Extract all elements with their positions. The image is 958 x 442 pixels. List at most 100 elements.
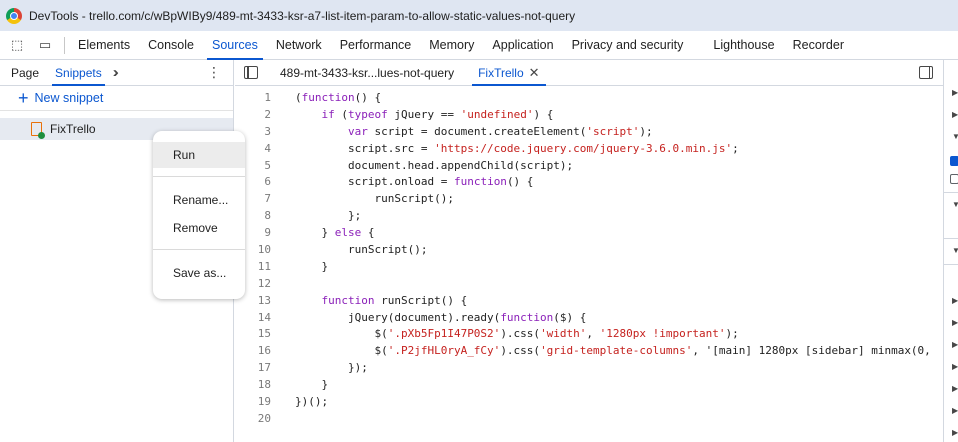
code-line[interactable]: 9 } else { bbox=[235, 224, 943, 241]
code-line[interactable]: 20 bbox=[235, 410, 943, 427]
tab-network[interactable]: Network bbox=[267, 31, 331, 59]
expand-arrow-icon[interactable]: ▶ bbox=[952, 362, 958, 371]
more-tabs-chevron-icon[interactable]: ›› bbox=[113, 64, 119, 81]
code-line[interactable]: 4 script.src = 'https://code.jquery.com/… bbox=[235, 140, 943, 157]
line-number[interactable]: 15 bbox=[235, 327, 271, 340]
collapse-arrow-icon[interactable]: ▼ bbox=[952, 132, 958, 141]
snippet-file-icon bbox=[31, 122, 45, 139]
code-line[interactable]: 19})(); bbox=[235, 393, 943, 410]
collapse-arrow-icon[interactable]: ▼ bbox=[952, 200, 958, 209]
menu-item-rename[interactable]: Rename... bbox=[153, 187, 245, 213]
checkbox-checked[interactable] bbox=[950, 156, 958, 166]
code-text: function runScript() { bbox=[321, 293, 468, 307]
code-text: var script = document.createElement('scr… bbox=[347, 124, 653, 138]
tab-privacy-and-security[interactable]: Privacy and security bbox=[563, 31, 693, 59]
toolbar-divider bbox=[64, 36, 65, 54]
code-line[interactable]: 6 script.onload = function() { bbox=[235, 173, 943, 190]
line-number[interactable]: 12 bbox=[235, 277, 271, 290]
tab-application[interactable]: Application bbox=[483, 31, 562, 59]
expand-arrow-icon[interactable]: ▶ bbox=[952, 110, 958, 119]
line-number[interactable]: 6 bbox=[235, 175, 271, 188]
inspect-element-icon[interactable]: ⬚ bbox=[6, 34, 28, 56]
code-line[interactable]: 11 } bbox=[235, 258, 943, 275]
code-text: runScript(); bbox=[295, 242, 428, 256]
code-line[interactable]: 15 $('.pXb5Fp1I47P0S2').css('width', '12… bbox=[235, 325, 943, 342]
line-number[interactable]: 5 bbox=[235, 159, 271, 172]
line-number[interactable]: 19 bbox=[235, 395, 271, 408]
tab-sources[interactable]: Sources bbox=[203, 31, 267, 60]
code-line[interactable]: 7 runScript(); bbox=[235, 190, 943, 207]
code-text: $('.P2jfHL0ryA_fCy').css('grid-template-… bbox=[295, 344, 931, 358]
tab-page[interactable]: Page bbox=[6, 60, 44, 85]
window-titlebar: DevTools - trello.com/c/wBpWIBy9/489-mt-… bbox=[0, 0, 958, 31]
expand-arrow-icon[interactable]: ▶ bbox=[952, 318, 958, 327]
code-line[interactable]: 2 if (typeof jQuery == 'undefined') { bbox=[235, 106, 943, 123]
code-text: runScript(); bbox=[295, 192, 454, 206]
code-line[interactable]: 13 function runScript() { bbox=[235, 292, 943, 309]
editor-tab-bar: 489-mt-3433-ksr...lues-not-query FixTrel… bbox=[235, 60, 943, 86]
code-text: script.src = 'https://code.jquery.com/jq… bbox=[295, 141, 739, 155]
checkbox-unchecked[interactable] bbox=[950, 174, 958, 184]
menu-item-remove[interactable]: Remove bbox=[153, 215, 245, 241]
code-line[interactable]: 5 document.head.appendChild(script); bbox=[235, 157, 943, 174]
editor-tab-trello-page[interactable]: 489-mt-3433-ksr...lues-not-query bbox=[272, 60, 462, 85]
code-line[interactable]: 14 jQuery(document).ready(function($) { bbox=[235, 309, 943, 326]
tab-recorder[interactable]: Recorder bbox=[784, 31, 853, 59]
expand-arrow-icon[interactable]: ▶ bbox=[952, 296, 958, 305]
line-number[interactable]: 3 bbox=[235, 125, 271, 138]
code-text: if (typeof jQuery == 'undefined') { bbox=[321, 107, 554, 121]
toggle-navigator-icon[interactable] bbox=[244, 66, 258, 79]
tab-console[interactable]: Console bbox=[139, 31, 203, 59]
new-snippet-button[interactable]: + New snippet bbox=[0, 86, 233, 111]
code-line[interactable]: 16 $('.P2jfHL0ryA_fCy').css('grid-templa… bbox=[235, 342, 943, 359]
line-number[interactable]: 4 bbox=[235, 142, 271, 155]
expand-arrow-icon[interactable]: ▶ bbox=[952, 340, 958, 349]
tab-elements[interactable]: Elements bbox=[69, 31, 139, 59]
debugger-pane: ▶ ▶ ▼ ▼ ▼ ▶ ▶ ▶ ▶ ▶ ▶ ▶ bbox=[943, 60, 958, 442]
line-number[interactable]: 2 bbox=[235, 108, 271, 121]
more-options-icon[interactable]: ⋮ bbox=[207, 64, 221, 80]
line-number[interactable]: 7 bbox=[235, 192, 271, 205]
code-line[interactable]: 3 var script = document.createElement('s… bbox=[235, 123, 943, 140]
tab-lighthouse[interactable]: Lighthouse bbox=[704, 31, 783, 59]
line-number[interactable]: 9 bbox=[235, 226, 271, 239]
code-text: (function() { bbox=[295, 90, 382, 104]
line-number[interactable]: 16 bbox=[235, 344, 271, 357]
tab-snippets[interactable]: Snippets bbox=[50, 60, 107, 86]
close-icon[interactable]: ✕ bbox=[529, 65, 540, 81]
tab-performance[interactable]: Performance bbox=[331, 31, 421, 59]
line-number[interactable]: 20 bbox=[235, 412, 271, 425]
line-number[interactable]: 10 bbox=[235, 243, 271, 256]
code-editor[interactable]: 1 (function() { 2 if (typeof jQuery == 'un… bbox=[235, 89, 943, 442]
line-number[interactable]: 1 bbox=[235, 91, 271, 104]
code-text: jQuery(document).ready(function($) { bbox=[295, 310, 587, 324]
snippet-item-label: FixTrello bbox=[50, 122, 96, 136]
menu-item-run[interactable]: Run bbox=[153, 142, 245, 168]
code-text: script.onload = function() { bbox=[295, 175, 534, 189]
code-text: }); bbox=[295, 361, 368, 375]
expand-arrow-icon[interactable]: ▶ bbox=[952, 88, 958, 97]
line-number[interactable]: 8 bbox=[235, 209, 271, 222]
tab-memory[interactable]: Memory bbox=[420, 31, 483, 59]
device-toolbar-icon[interactable]: ▭ bbox=[34, 34, 56, 56]
expand-arrow-icon[interactable]: ▶ bbox=[952, 406, 958, 415]
code-line[interactable]: 18 } bbox=[235, 376, 943, 393]
expand-arrow-icon[interactable]: ▶ bbox=[952, 384, 958, 393]
line-number[interactable]: 14 bbox=[235, 311, 271, 324]
menu-item-save-as[interactable]: Save as... bbox=[153, 260, 245, 286]
line-number[interactable]: 13 bbox=[235, 294, 271, 307]
code-line[interactable]: 8 }; bbox=[235, 207, 943, 224]
collapse-arrow-icon[interactable]: ▼ bbox=[952, 246, 958, 255]
code-line[interactable]: 12 bbox=[235, 275, 943, 292]
line-number[interactable]: 18 bbox=[235, 378, 271, 391]
expand-arrow-icon[interactable]: ▶ bbox=[952, 428, 958, 437]
toggle-debugger-icon[interactable] bbox=[919, 66, 933, 79]
code-line[interactable]: 10 runScript(); bbox=[235, 241, 943, 258]
line-number[interactable]: 11 bbox=[235, 260, 271, 273]
code-text: } bbox=[295, 378, 329, 392]
code-line[interactable]: 17 }); bbox=[235, 359, 943, 376]
line-number[interactable]: 17 bbox=[235, 361, 271, 374]
code-line[interactable]: 1 (function() { bbox=[235, 89, 943, 106]
editor-tab-fixtrello[interactable]: FixTrello ✕ bbox=[470, 60, 547, 86]
chrome-icon bbox=[6, 7, 22, 24]
